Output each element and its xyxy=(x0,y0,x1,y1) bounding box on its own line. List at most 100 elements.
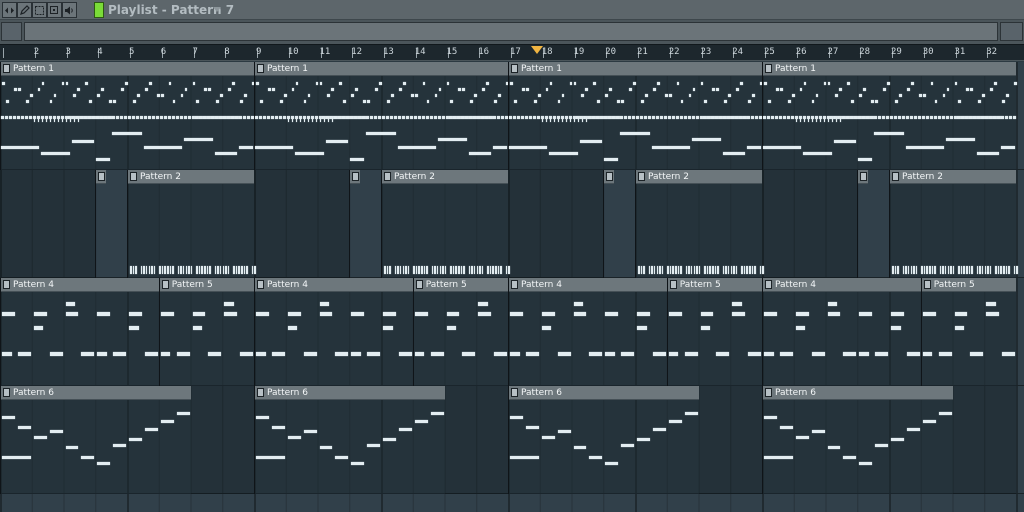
clip-header[interactable]: Pattern 5 xyxy=(667,278,762,292)
clip-header[interactable]: Pattern 4 xyxy=(509,278,667,292)
clip-note xyxy=(859,462,873,465)
clip-header[interactable]: Pattern 6 xyxy=(763,386,953,400)
playlist-clip[interactable]: Pattern 1 xyxy=(254,62,509,170)
playlist-clip[interactable]: Pattern 1 xyxy=(0,62,255,170)
pattern-clip-icon xyxy=(3,280,10,289)
playlist-clip[interactable]: Pattern 6 xyxy=(508,386,699,494)
playlist-clip[interactable]: Pattern 4 xyxy=(254,278,413,386)
clip-header[interactable]: Pattern 5 xyxy=(413,278,508,292)
clip-header[interactable]: Pattern 4 xyxy=(255,278,413,292)
clip-header[interactable]: Pattern 6 xyxy=(509,386,699,400)
clip-note xyxy=(987,266,989,274)
clip-header[interactable]: Pattern 5 xyxy=(921,278,1016,292)
playlist-grid[interactable]: Pattern 1 Pattern 1 Pattern 1 Pattern 1 Patt… xyxy=(0,62,1024,512)
playhead-marker-icon[interactable] xyxy=(530,46,543,54)
ruler-bar-number: 3 xyxy=(65,47,71,57)
playlist-clip[interactable]: Pattern 2 xyxy=(889,170,1018,278)
clip-note xyxy=(663,116,668,119)
playlist-clip[interactable]: Pattern 2 xyxy=(127,170,256,278)
playlist-clip[interactable]: Pattern 2 xyxy=(635,170,764,278)
clip-note xyxy=(477,116,481,119)
clip-note xyxy=(355,88,358,91)
playlist-clip[interactable]: Pattern 5 xyxy=(920,278,1016,386)
clip-note xyxy=(397,116,402,119)
clip-header[interactable]: Pattern 4 xyxy=(763,278,921,292)
clip-note xyxy=(241,266,243,274)
clip-header[interactable]: Pattern 6 xyxy=(255,386,445,400)
clip-note xyxy=(271,352,285,356)
playlist-clip[interactable] xyxy=(95,170,127,278)
bar-ruler[interactable]: 2 3 4 5 6 7 8 9 10 11 12 13 14 15 16 17 18 19 20 21 22 23 24 25… xyxy=(0,44,1024,61)
clip-note xyxy=(262,116,267,119)
clip-header[interactable]: Pattern 2 xyxy=(890,170,1016,184)
clip-header[interactable]: Pattern 2 xyxy=(128,170,254,184)
playlist-clip[interactable]: Pattern 6 xyxy=(762,386,953,494)
clip-header[interactable] xyxy=(350,170,361,184)
clip-header[interactable]: Pattern 1 xyxy=(763,62,1016,76)
pattern-clip-icon xyxy=(3,388,10,397)
title-dropdown-arrow-icon[interactable] xyxy=(213,7,221,12)
playlist-clip[interactable]: Pattern 1 xyxy=(508,62,763,170)
clip-header[interactable]: Pattern 1 xyxy=(1,62,254,76)
mode-arrows-button[interactable] xyxy=(2,2,17,18)
clip-note xyxy=(62,117,64,122)
clip-note xyxy=(910,266,913,274)
draw-tool-button[interactable] xyxy=(17,2,32,18)
clip-header[interactable] xyxy=(96,170,107,184)
playlist-clip[interactable]: Pattern 4 xyxy=(0,278,159,386)
clip-note xyxy=(327,94,331,97)
clip-note xyxy=(875,444,888,447)
clip-header[interactable]: Pattern 1 xyxy=(509,62,762,76)
clip-note xyxy=(215,116,219,119)
scroll-right-button[interactable] xyxy=(1000,22,1023,41)
playlist-clip[interactable]: Pattern 6 xyxy=(254,386,445,494)
playlist-clip[interactable] xyxy=(603,170,635,278)
playlist-clip[interactable]: Pattern 4 xyxy=(762,278,921,386)
clip-note xyxy=(827,302,838,306)
clip-header[interactable]: Pattern 6 xyxy=(1,386,191,400)
horizontal-scrollbar[interactable] xyxy=(0,20,1024,44)
clip-header[interactable]: Pattern 2 xyxy=(382,170,508,184)
scroll-left-button[interactable] xyxy=(1,22,22,41)
clip-note xyxy=(319,312,333,316)
clip-header[interactable] xyxy=(604,170,615,184)
clip-note xyxy=(887,82,890,85)
zoom-tool-button[interactable] xyxy=(47,2,62,18)
clip-note-area xyxy=(509,76,763,170)
select-tool-button[interactable] xyxy=(32,2,47,18)
ruler-bar-number: 27 xyxy=(827,47,839,57)
clip-note xyxy=(473,266,476,274)
clip-note xyxy=(605,312,619,316)
clip-note xyxy=(426,266,428,274)
playlist-clip[interactable]: Pattern 2 xyxy=(381,170,510,278)
clip-note xyxy=(214,266,217,274)
clip-header[interactable]: Pattern 5 xyxy=(159,278,254,292)
playlist-clip[interactable]: Pattern 5 xyxy=(412,278,508,386)
clip-note xyxy=(952,266,955,274)
clip-note xyxy=(787,100,791,103)
clip-header[interactable] xyxy=(858,170,869,184)
playlist-clip[interactable]: Pattern 5 xyxy=(158,278,254,386)
clip-header[interactable]: Pattern 2 xyxy=(636,170,762,184)
playlist-clip[interactable] xyxy=(349,170,381,278)
clip-note xyxy=(274,116,279,119)
playlist-clip[interactable] xyxy=(857,170,889,278)
speaker-button[interactable] xyxy=(62,2,77,18)
scroll-thumb[interactable] xyxy=(24,22,998,41)
clip-note xyxy=(891,438,904,441)
clip-note xyxy=(498,94,501,97)
playlist-clip[interactable]: Pattern 5 xyxy=(666,278,762,386)
clip-header[interactable]: Pattern 1 xyxy=(255,62,508,76)
playlist-clip[interactable]: Pattern 6 xyxy=(0,386,191,494)
clip-note xyxy=(714,266,717,274)
clip-note xyxy=(731,116,735,119)
playlist-clip[interactable]: Pattern 1 xyxy=(762,62,1017,170)
playlist-clip[interactable]: Pattern 4 xyxy=(508,278,667,386)
ruler-bar-number: 17 xyxy=(510,47,521,57)
clip-note xyxy=(386,100,390,103)
clip-note xyxy=(211,116,215,119)
play-pattern-button[interactable] xyxy=(94,2,104,18)
clip-header[interactable]: Pattern 4 xyxy=(1,278,159,292)
clip-note xyxy=(397,146,436,149)
clip-note xyxy=(201,266,203,274)
